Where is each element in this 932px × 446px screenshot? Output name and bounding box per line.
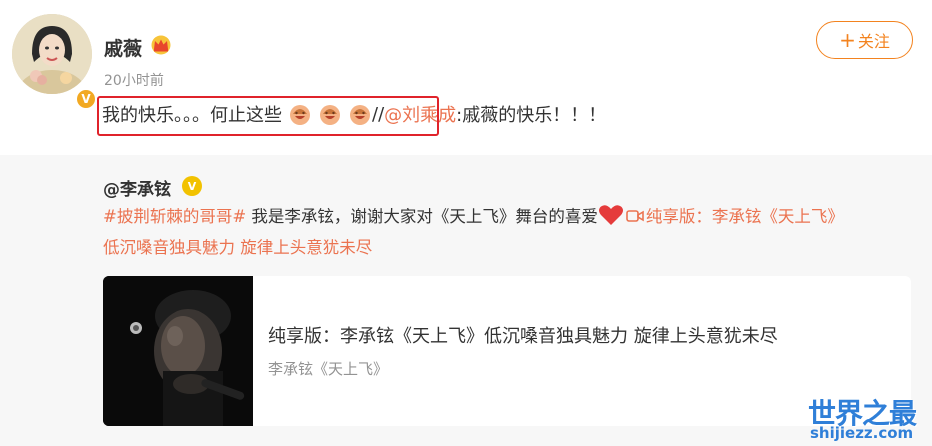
repost-text-line: #披荆斩棘的哥哥# 我是李承铉，谢谢大家对《天上飞》舞台的喜爱 纯享版：李承铉《天…	[103, 203, 844, 227]
card-subtitle: 李承铉《天上飞》	[268, 360, 389, 378]
repost-text-line: 低沉嗓音独具魅力 旋律上头意犹未尽	[103, 234, 372, 258]
follow-label: 关注	[857, 32, 890, 51]
verified-icon: V	[75, 88, 97, 110]
watermark-url: shijiezz.com	[810, 424, 914, 442]
verified-icon: V	[182, 176, 202, 196]
video-link-continued[interactable]: 低沉嗓音独具魅力 旋律上头意犹未尽	[103, 238, 372, 257]
watermark-logo: 世界之最 shijiezz.com	[800, 392, 932, 446]
video-card[interactable]: 纯享版：李承铉《天上飞》低沉嗓音独具魅力 旋律上头意犹未尽 李承铉《天上飞》	[103, 276, 911, 426]
crown-icon	[151, 35, 171, 55]
repost-text: 我是李承铉，谢谢大家对《天上飞》舞台的喜爱	[246, 207, 598, 226]
repost-container: @李承铉 V #披荆斩棘的哥哥# 我是李承铉，谢谢大家对《天上飞》舞台的喜爱纯享…	[0, 155, 932, 446]
post-time[interactable]: 20小时前	[104, 70, 164, 90]
plus-icon: +	[839, 28, 856, 52]
verified-mark: V	[187, 179, 197, 193]
video-icon	[626, 210, 644, 222]
repost-username[interactable]: @李承铉	[103, 175, 171, 200]
follow-button[interactable]: + 关注	[816, 21, 913, 59]
hashtag-link[interactable]: #披荆斩棘的哥哥#	[103, 207, 246, 226]
post-text-tail: :戚薇的快乐！！！	[456, 105, 607, 126]
post-header: V 戚薇 20小时前 + 关注 我的快乐。。。何止这些 // @刘乘成:戚薇的…	[0, 0, 932, 155]
verified-mark: V	[81, 92, 91, 106]
avatar[interactable]	[12, 14, 92, 94]
card-title[interactable]: 纯享版：李承铉《天上飞》低沉嗓音独具魅力 旋律上头意犹未尽	[268, 322, 778, 348]
highlight-box	[97, 96, 439, 136]
username[interactable]: 戚薇	[104, 34, 142, 61]
video-thumbnail[interactable]	[103, 276, 253, 426]
avatar-container[interactable]: V	[12, 14, 97, 110]
heart-icon	[598, 205, 623, 225]
video-link[interactable]: 纯享版：李承铉《天上飞》	[646, 207, 844, 226]
